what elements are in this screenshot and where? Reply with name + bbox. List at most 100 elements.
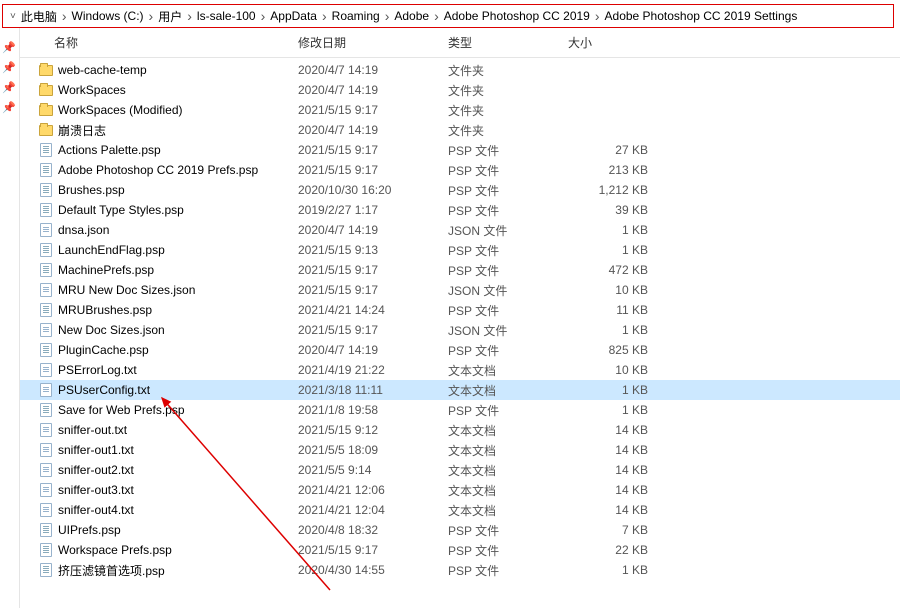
file-name-text: MachinePrefs.psp <box>58 263 154 277</box>
file-date-cell: 2021/4/19 21:22 <box>298 363 448 377</box>
file-type-cell: PSP 文件 <box>448 142 568 159</box>
column-header-name[interactable]: 名称 <box>38 34 298 51</box>
file-row[interactable]: WorkSpaces (Modified)2021/5/15 9:17文件夹 <box>20 100 900 120</box>
file-row[interactable]: Workspace Prefs.psp2021/5/15 9:17PSP 文件2… <box>20 540 900 560</box>
column-header-type[interactable]: 类型 <box>448 34 568 51</box>
psp-file-icon <box>38 402 54 418</box>
chevron-right-icon[interactable] <box>592 8 603 24</box>
file-date-cell: 2021/5/15 9:12 <box>298 423 448 437</box>
file-row[interactable]: sniffer-out1.txt2021/5/5 18:09文本文档14 KB <box>20 440 900 460</box>
file-row[interactable]: MRUBrushes.psp2021/4/21 14:24PSP 文件11 KB <box>20 300 900 320</box>
file-size-cell: 10 KB <box>568 363 668 377</box>
column-header-size[interactable]: 大小 <box>568 34 668 51</box>
file-size-cell: 14 KB <box>568 483 668 497</box>
file-name-cell: Adobe Photoshop CC 2019 Prefs.psp <box>38 162 298 178</box>
file-row[interactable]: UIPrefs.psp2020/4/8 18:32PSP 文件7 KB <box>20 520 900 540</box>
file-row[interactable]: PSUserConfig.txt2021/3/18 11:11文本文档1 KB <box>20 380 900 400</box>
file-type-cell: 文本文档 <box>448 382 568 399</box>
psp-file-icon <box>38 262 54 278</box>
breadcrumb-label: Adobe <box>392 9 431 23</box>
file-size-cell: 1 KB <box>568 383 668 397</box>
file-list[interactable]: web-cache-temp2020/4/7 14:19文件夹WorkSpace… <box>20 58 900 608</box>
file-row[interactable]: Default Type Styles.psp2019/2/27 1:17PSP… <box>20 200 900 220</box>
file-row[interactable]: dnsa.json2020/4/7 14:19JSON 文件1 KB <box>20 220 900 240</box>
file-row[interactable]: Adobe Photoshop CC 2019 Prefs.psp2021/5/… <box>20 160 900 180</box>
file-size-cell: 14 KB <box>568 443 668 457</box>
quickaccess-strip: 📌 📌 📌 📌 <box>0 28 20 608</box>
file-icon <box>38 422 54 438</box>
psp-file-icon <box>38 242 54 258</box>
file-date-cell: 2020/10/30 16:20 <box>298 183 448 197</box>
file-type-cell: 文本文档 <box>448 442 568 459</box>
address-bar[interactable]: 此电脑 Windows (C:) 用户 ls-sale-100 AppData Roami… <box>2 4 894 28</box>
pin-icon: 📌 <box>0 98 18 116</box>
file-date-cell: 2020/4/8 18:32 <box>298 523 448 537</box>
file-size-cell: 39 KB <box>568 203 668 217</box>
psp-file-icon <box>38 162 54 178</box>
file-type-cell: PSP 文件 <box>448 262 568 279</box>
column-header-size-label: 大小 <box>568 34 592 51</box>
file-size-cell: 1 KB <box>568 403 668 417</box>
file-row[interactable]: LaunchEndFlag.psp2021/5/15 9:13PSP 文件1 K… <box>20 240 900 260</box>
file-row[interactable]: PluginCache.psp2020/4/7 14:19PSP 文件825 K… <box>20 340 900 360</box>
file-type-cell: JSON 文件 <box>448 282 568 299</box>
file-name-text: sniffer-out.txt <box>58 423 127 437</box>
file-row[interactable]: PSErrorLog.txt2021/4/19 21:22文本文档10 KB <box>20 360 900 380</box>
chevron-right-icon[interactable] <box>431 8 442 24</box>
file-name-cell: 崩溃日志 <box>38 122 298 139</box>
file-name-text: dnsa.json <box>58 223 109 237</box>
breadcrumb-item[interactable]: Adobe Photoshop CC 2019 Settings <box>603 9 800 23</box>
file-row[interactable]: WorkSpaces2020/4/7 14:19文件夹 <box>20 80 900 100</box>
breadcrumb-label: Adobe Photoshop CC 2019 <box>442 9 592 23</box>
file-date-cell: 2021/4/21 12:04 <box>298 503 448 517</box>
chevron-right-icon[interactable] <box>258 8 269 24</box>
file-type-cell: 文本文档 <box>448 502 568 519</box>
file-name-text: New Doc Sizes.json <box>58 323 165 337</box>
breadcrumb-item[interactable]: 用户 <box>156 8 184 25</box>
breadcrumb-item[interactable]: Adobe <box>392 9 431 23</box>
file-date-cell: 2020/4/7 14:19 <box>298 63 448 77</box>
file-row[interactable]: 挤压滤镜首选项.psp2020/4/30 14:55PSP 文件1 KB <box>20 560 900 580</box>
chevron-right-icon[interactable] <box>382 8 393 24</box>
breadcrumb-item[interactable]: Adobe Photoshop CC 2019 <box>442 9 592 23</box>
file-row[interactable]: MRU New Doc Sizes.json2021/5/15 9:17JSON… <box>20 280 900 300</box>
file-icon <box>38 502 54 518</box>
file-row[interactable]: Save for Web Prefs.psp2021/1/8 19:58PSP … <box>20 400 900 420</box>
breadcrumb-item[interactable]: Windows (C:) <box>70 9 146 23</box>
file-row[interactable]: 崩溃日志2020/4/7 14:19文件夹 <box>20 120 900 140</box>
file-row[interactable]: New Doc Sizes.json2021/5/15 9:17JSON 文件1… <box>20 320 900 340</box>
breadcrumb-item[interactable]: ls-sale-100 <box>195 9 258 23</box>
chevron-down-icon[interactable] <box>7 11 19 22</box>
file-date-cell: 2021/3/18 11:11 <box>298 383 448 397</box>
breadcrumb-item[interactable]: AppData <box>268 9 319 23</box>
file-row[interactable]: Brushes.psp2020/10/30 16:20PSP 文件1,212 K… <box>20 180 900 200</box>
pin-icon: 📌 <box>0 58 18 76</box>
file-row[interactable]: sniffer-out2.txt2021/5/5 9:14文本文档14 KB <box>20 460 900 480</box>
file-type-cell: PSP 文件 <box>448 242 568 259</box>
chevron-right-icon[interactable] <box>319 8 330 24</box>
file-type-cell: 文本文档 <box>448 422 568 439</box>
file-type-cell: PSP 文件 <box>448 202 568 219</box>
column-header-date[interactable]: 修改日期 <box>298 34 448 51</box>
file-type-cell: 文本文档 <box>448 482 568 499</box>
file-row[interactable]: web-cache-temp2020/4/7 14:19文件夹 <box>20 60 900 80</box>
chevron-right-icon[interactable] <box>59 8 70 24</box>
file-row[interactable]: Actions Palette.psp2021/5/15 9:17PSP 文件2… <box>20 140 900 160</box>
breadcrumb-item[interactable]: Roaming <box>330 9 382 23</box>
file-name-text: UIPrefs.psp <box>58 523 121 537</box>
file-name-cell: web-cache-temp <box>38 62 298 78</box>
file-name-cell: MachinePrefs.psp <box>38 262 298 278</box>
file-icon <box>38 482 54 498</box>
file-size-cell: 14 KB <box>568 503 668 517</box>
chevron-right-icon[interactable] <box>184 8 195 24</box>
breadcrumb-item[interactable]: 此电脑 <box>19 8 59 25</box>
file-row[interactable]: sniffer-out.txt2021/5/15 9:12文本文档14 KB <box>20 420 900 440</box>
file-icon <box>38 362 54 378</box>
file-row[interactable]: MachinePrefs.psp2021/5/15 9:17PSP 文件472 … <box>20 260 900 280</box>
file-type-cell: 文件夹 <box>448 62 568 79</box>
chevron-right-icon[interactable] <box>146 8 157 24</box>
breadcrumb-label: 此电脑 <box>19 8 59 25</box>
file-row[interactable]: sniffer-out3.txt2021/4/21 12:06文本文档14 KB <box>20 480 900 500</box>
explorer-window: 此电脑 Windows (C:) 用户 ls-sale-100 AppData Roami… <box>0 0 900 608</box>
file-row[interactable]: sniffer-out4.txt2021/4/21 12:04文本文档14 KB <box>20 500 900 520</box>
